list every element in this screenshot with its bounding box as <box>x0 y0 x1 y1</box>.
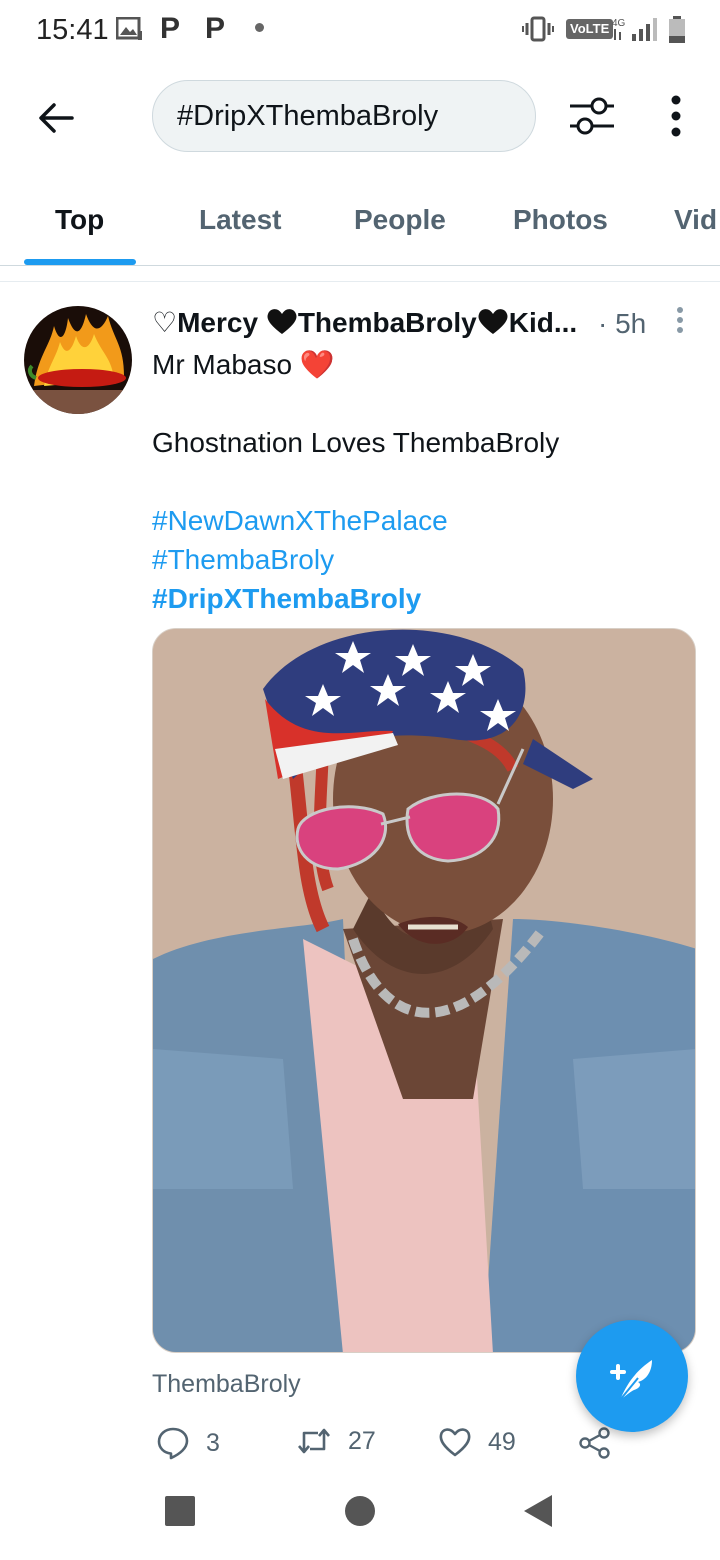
tab-latest[interactable]: Latest <box>199 204 281 236</box>
author-name-part-3: Kid... <box>508 307 578 338</box>
volte-badge: VoLTE <box>566 19 614 39</box>
system-navigation-bar <box>0 1470 720 1560</box>
arrow-left-icon <box>39 103 74 133</box>
tweet-text-line-2: Ghostnation Loves ThembaBroly <box>152 427 560 458</box>
hashtag-link-3[interactable]: #DripXThembaBroly <box>152 579 559 618</box>
red-heart-icon: ❤️ <box>299 349 335 380</box>
p-notification-icon: P <box>160 12 181 45</box>
back-button[interactable] <box>34 96 78 140</box>
author-display-name[interactable]: ♡Mercy ThembaBroly Kid... <box>152 306 577 342</box>
compose-tweet-button[interactable] <box>576 1320 688 1432</box>
tab-videos[interactable]: Vid <box>674 204 717 236</box>
tweet-text: Mr Mabaso ❤️ Ghostnation Loves ThembaBro… <box>152 345 559 618</box>
reply-count: 3 <box>206 1428 220 1457</box>
vertical-dots-icon <box>671 95 681 137</box>
black-heart-icon-2 <box>477 307 509 342</box>
search-tabs: Top Latest People Photos Vid <box>0 180 720 266</box>
heart-icon <box>439 1428 471 1457</box>
home-button[interactable] <box>344 1495 376 1532</box>
tweet-menu-button[interactable] <box>672 306 688 336</box>
back-nav-button[interactable] <box>522 1493 554 1534</box>
circle-home-icon <box>345 1496 375 1526</box>
recents-button[interactable] <box>164 1495 196 1532</box>
media-caption: ThembaBroly <box>152 1370 301 1398</box>
svg-text:4G: 4G <box>612 18 626 29</box>
hashtag-link[interactable]: #NewDawnXThePalace <box>152 501 559 540</box>
retweet-button[interactable]: 27 <box>296 1426 376 1456</box>
triangle-back-icon <box>524 1495 552 1527</box>
divider <box>0 281 720 282</box>
tweet-photo[interactable] <box>152 628 696 1353</box>
sliders-icon <box>570 97 614 135</box>
author-avatar[interactable] <box>24 306 132 414</box>
hashtag-link-2[interactable]: #ThembaBroly <box>152 540 559 579</box>
square-recents-icon <box>165 1496 195 1526</box>
active-tab-indicator <box>24 259 136 265</box>
author-name-part: ♡Mercy <box>152 307 266 338</box>
like-count: 49 <box>488 1427 516 1456</box>
search-filter-button[interactable] <box>568 96 616 136</box>
black-heart-icon <box>266 307 298 342</box>
vibrate-icon <box>522 16 554 47</box>
more-notifications-dot-icon <box>255 23 264 32</box>
gallery-notification-icon <box>115 16 142 46</box>
tweet-timestamp: · 5h <box>598 308 647 339</box>
retweet-count: 27 <box>348 1426 376 1455</box>
battery-icon <box>668 16 686 49</box>
compose-feather-icon <box>610 1360 652 1401</box>
status-time: 15:41 <box>36 14 109 46</box>
speech-bubble-icon <box>157 1427 189 1460</box>
tab-people[interactable]: People <box>354 204 446 236</box>
retweet-icon <box>298 1428 330 1454</box>
search-input[interactable]: #DripXThembaBroly <box>152 80 536 152</box>
signal-4g-icon: 4G <box>612 16 658 47</box>
like-button[interactable]: 49 <box>438 1426 516 1458</box>
reply-button[interactable]: 3 <box>156 1426 220 1460</box>
tab-photos[interactable]: Photos <box>513 204 608 236</box>
status-bar: 15:41 P P VoLTE 4G <box>0 0 720 62</box>
p-notification-icon-2: P <box>205 12 226 45</box>
tweet-text-line: Mr Mabaso <box>152 349 300 380</box>
author-name-part-2: ThembaBroly <box>297 307 477 338</box>
vertical-dots-icon <box>677 307 683 333</box>
tab-top[interactable]: Top <box>55 204 104 236</box>
overflow-menu-button[interactable] <box>662 94 690 138</box>
